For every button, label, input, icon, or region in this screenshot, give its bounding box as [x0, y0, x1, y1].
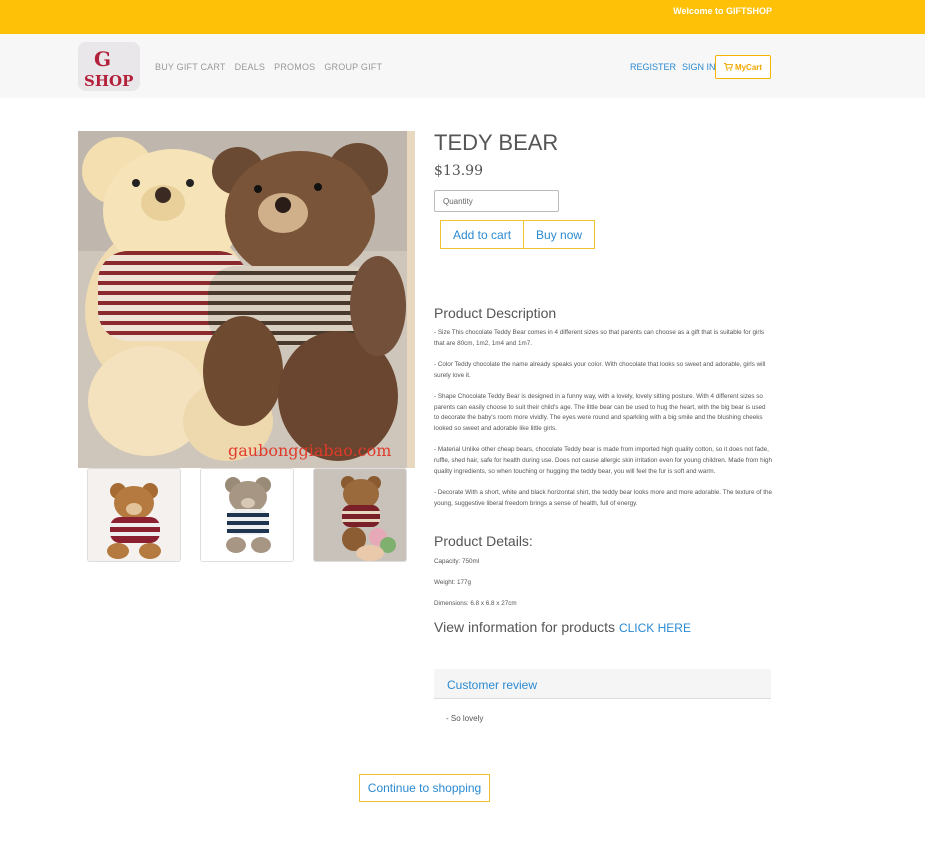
product-title: TEDY BEAR — [434, 130, 559, 155]
thumbnail-strip — [87, 468, 407, 562]
sign-in-link[interactable]: SIGN IN — [682, 62, 716, 72]
product-price: $13.99 — [434, 163, 483, 179]
customer-review-heading[interactable]: Customer review — [447, 678, 537, 692]
purchase-buttons: Add to cart Buy now — [440, 220, 596, 249]
logo-letter-g: G — [94, 47, 111, 71]
click-here-link[interactable]: CLICK HERE — [619, 621, 691, 635]
top-banner: Welcome to GIFTSHOP — [0, 0, 925, 34]
register-link[interactable]: REGISTER — [630, 62, 676, 72]
my-cart-label: MyCart — [734, 62, 763, 72]
main-nav: BUY GIFT CART DEALS PROMOS GROUP GIFT — [155, 62, 382, 72]
logo[interactable]: G SHOP — [78, 42, 140, 91]
description-color: - Color Teddy chocolate the name already… — [434, 361, 766, 379]
view-info-line: View information for products CLICK HERE — [434, 619, 691, 635]
nav-item-buy-gift-cart[interactable]: BUY GIFT CART — [155, 62, 226, 72]
description-shape: - Shape Chocolate Teddy Bear is designed… — [434, 393, 766, 433]
welcome-text: Welcome to GIFTSHOP — [673, 6, 772, 16]
detail-capacity: Capacity: 750ml — [434, 558, 480, 565]
auth-links: REGISTER SIGN IN — [630, 62, 716, 72]
review-item: - So lovely — [446, 714, 484, 723]
product-main-image[interactable]: gaubonggiabao.com — [78, 131, 415, 468]
thumbnail-3[interactable] — [313, 468, 407, 562]
nav-item-promos[interactable]: PROMOS — [274, 62, 315, 72]
buy-now-button[interactable]: Buy now — [524, 220, 596, 249]
my-cart-button[interactable]: MyCart — [715, 55, 771, 79]
description-heading: Product Description — [434, 305, 557, 321]
navbar: G SHOP BUY GIFT CART DEALS PROMOS GROUP … — [0, 34, 925, 98]
continue-shopping-button[interactable]: Continue to shopping — [359, 774, 490, 802]
description-body: - Size This chocolate Teddy Bear comes i… — [434, 328, 772, 520]
description-size: - Size This chocolate Teddy Bear comes i… — [434, 329, 765, 347]
quantity-input[interactable] — [434, 190, 559, 212]
details-heading: Product Details: — [434, 533, 533, 549]
detail-dimensions: Dimensions: 6.8 x 6.8 x 27cm — [434, 600, 517, 607]
detail-weight: Weight: 177g — [434, 579, 471, 586]
shopping-cart-icon — [723, 63, 733, 71]
description-decorate: - Decorate With a short, white and black… — [434, 489, 772, 507]
thumbnail-1[interactable] — [87, 468, 181, 562]
image-watermark: gaubonggiabao.com — [228, 441, 391, 460]
nav-item-deals[interactable]: DEALS — [235, 62, 266, 72]
add-to-cart-button[interactable]: Add to cart — [440, 220, 525, 249]
thumbnail-2[interactable] — [200, 468, 294, 562]
nav-item-group-gift[interactable]: GROUP GIFT — [324, 62, 382, 72]
view-info-text: View information for products — [434, 619, 616, 635]
description-material: - Material Unlike other cheap bears, cho… — [434, 446, 773, 475]
customer-review-panel: Customer review — [434, 669, 771, 699]
logo-shop-text: SHOP — [84, 72, 133, 90]
